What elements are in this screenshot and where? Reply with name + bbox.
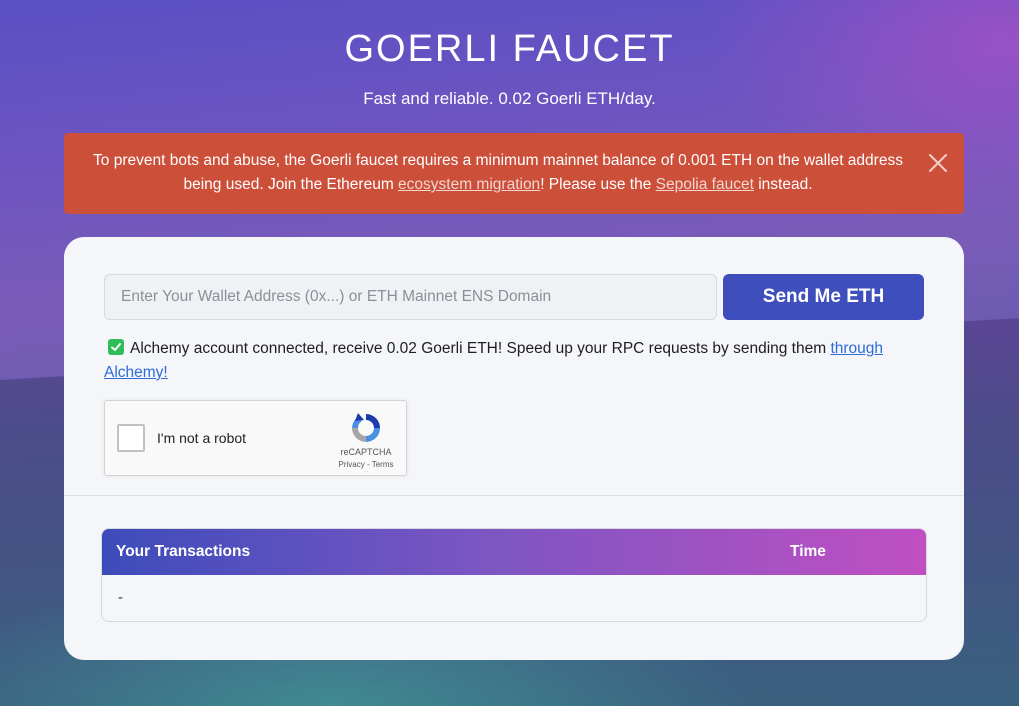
alert-text-middle: ! Please use the: [540, 176, 656, 193]
recaptcha-links: Privacy - Terms: [333, 460, 399, 469]
transactions-table-header: Your Transactions Time: [102, 529, 926, 575]
column-header-time: Time: [790, 543, 826, 560]
transactions-table: Your Transactions Time -: [101, 528, 927, 622]
recaptcha-links-separator: -: [364, 460, 372, 469]
transaction-cell: -: [118, 589, 123, 606]
table-row: -: [102, 575, 926, 621]
page-subtitle: Fast and reliable. 0.02 Goerli ETH/day.: [363, 89, 656, 108]
close-icon[interactable]: [926, 151, 950, 175]
ecosystem-migration-link[interactable]: ecosystem migration: [398, 176, 540, 193]
alchemy-text: Alchemy account connected, receive 0.02 …: [130, 340, 831, 357]
page-title: GOERLI FAUCET: [344, 28, 675, 70]
alert-banner: To prevent bots and abuse, the Goerli fa…: [64, 133, 964, 214]
alert-text-after: instead.: [753, 176, 813, 193]
recaptcha-widget: I'm not a robot reCAPTCHA Privacy - Term…: [104, 400, 407, 476]
recaptcha-label: I'm not a robot: [157, 430, 247, 446]
sepolia-faucet-link[interactable]: Sepolia faucet: [656, 176, 754, 193]
column-header-transactions: Your Transactions: [116, 543, 251, 560]
recaptcha-privacy-link[interactable]: Privacy: [339, 460, 365, 469]
send-me-eth-button[interactable]: Send Me ETH: [723, 274, 924, 320]
faucet-card: Send Me ETH Alchemy account connected, r…: [64, 237, 964, 660]
recaptcha-checkbox[interactable]: [117, 424, 145, 452]
wallet-address-input[interactable]: [104, 274, 717, 320]
recaptcha-brand: reCAPTCHA: [340, 447, 392, 457]
alchemy-connected-notice: Alchemy account connected, receive 0.02 …: [104, 337, 904, 385]
recaptcha-logo-icon: [348, 410, 384, 446]
recaptcha-terms-link[interactable]: Terms: [372, 460, 394, 469]
card-divider: [64, 495, 964, 496]
checkmark-icon: [108, 339, 124, 355]
